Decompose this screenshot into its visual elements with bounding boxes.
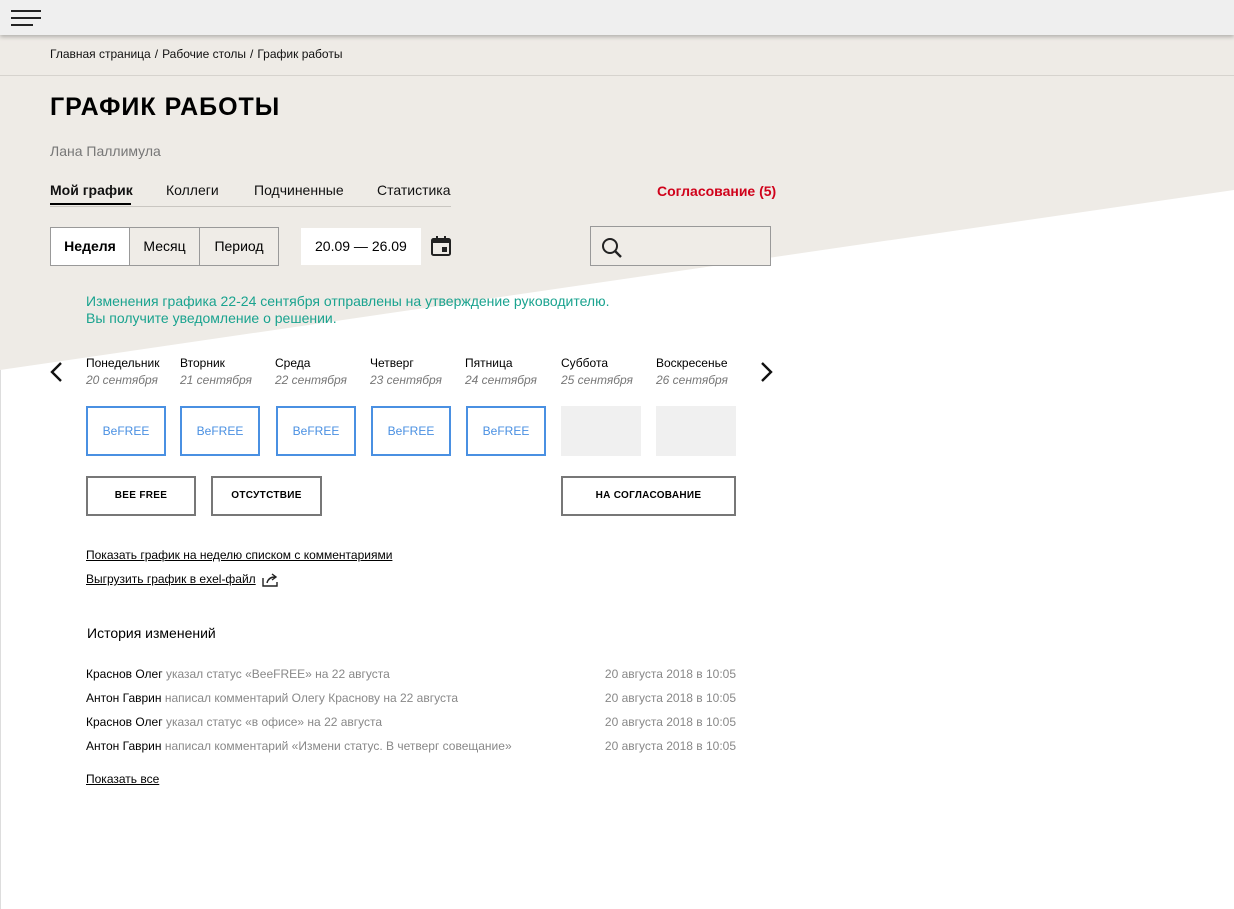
active-tab-indicator: [50, 203, 131, 205]
page-title: ГРАФИК РАБОТЫ: [50, 93, 281, 121]
left-edge-line: [0, 370, 1, 909]
day-header-wednesday: Среда 22 сентября: [275, 356, 347, 387]
history-action: указал статус «BeeFREE» на 22 августа: [165, 667, 390, 681]
tab-subordinates[interactable]: Подчиненные: [254, 182, 344, 198]
day-name: Вторник: [180, 356, 225, 370]
bee-free-button[interactable]: BEE FREE: [86, 476, 196, 516]
history-timestamp: 20 августа 2018 в 10:05: [604, 715, 736, 729]
day-name: Воскресенье: [656, 356, 728, 370]
history-author: Антон Гаврин: [86, 739, 162, 753]
breadcrumb-separator: /: [154, 47, 159, 61]
day-date: 20 сентября: [86, 373, 158, 387]
day-date: 21 сентября: [180, 373, 252, 387]
period-range-button[interactable]: Период: [200, 228, 278, 265]
history-row: Антон Гаврин написал комментарий Олегу К…: [86, 691, 736, 709]
search-icon[interactable]: [601, 237, 623, 259]
breadcrumb-divider: [0, 75, 1234, 76]
notice-message: Изменения графика 22-24 сентября отправл…: [86, 293, 609, 327]
day-name: Суббота: [561, 356, 608, 370]
history-title: История изменений: [87, 625, 216, 641]
tab-statistics[interactable]: Статистика: [377, 182, 451, 198]
day-date: 23 сентября: [370, 373, 442, 387]
history-row: Краснов Олег указал статус «в офисе» на …: [86, 715, 736, 733]
breadcrumb-current: График работы: [257, 47, 343, 61]
day-header-friday: Пятница 24 сентября: [465, 356, 537, 387]
day-name: Пятница: [465, 356, 513, 370]
history-action: указал статус «в офисе» на 22 августа: [165, 715, 383, 729]
history-author: Антон Гаврин: [86, 691, 162, 705]
user-name: Лана Паллимула: [50, 143, 161, 159]
day-cell-tuesday[interactable]: BeFREE: [180, 406, 260, 456]
day-cell-saturday[interactable]: [561, 406, 641, 456]
show-week-list-link[interactable]: Показать график на неделю списком с комм…: [86, 548, 392, 562]
day-cell-monday[interactable]: BeFREE: [86, 406, 166, 456]
day-cell-friday[interactable]: BeFREE: [466, 406, 546, 456]
history-timestamp: 20 августа 2018 в 10:05: [604, 691, 736, 705]
day-header-tuesday: Вторник 21 сентября: [180, 356, 252, 387]
history-author: Краснов Олег: [86, 715, 163, 729]
top-bar: [0, 0, 1234, 35]
share-icon[interactable]: [262, 573, 280, 587]
history-row: Антон Гаврин написал комментарий «Измени…: [86, 739, 736, 757]
day-header-saturday: Суббота 25 сентября: [561, 356, 633, 387]
approval-link[interactable]: Согласование (5): [657, 183, 776, 199]
day-cell-sunday[interactable]: [656, 406, 736, 456]
date-range-field[interactable]: 20.09 — 26.09: [301, 228, 421, 265]
tab-bar: Мой график Коллеги Подчиненные Статистик…: [50, 182, 451, 207]
chevron-left-icon[interactable]: [47, 360, 67, 384]
day-date: 25 сентября: [561, 373, 633, 387]
day-name: Четверг: [370, 356, 414, 370]
notice-line-1: Изменения графика 22-24 сентября отправл…: [86, 293, 610, 309]
history-timestamp: 20 августа 2018 в 10:05: [604, 739, 736, 753]
day-name: Среда: [275, 356, 311, 370]
tab-my-schedule[interactable]: Мой график: [50, 182, 133, 198]
history-row: Краснов Олег указал статус «BeeFREE» на …: [86, 667, 736, 685]
tab-colleagues[interactable]: Коллеги: [166, 182, 219, 198]
history-action: написал комментарий Олегу Краснову на 22…: [164, 691, 458, 705]
export-excel-link[interactable]: Выгрузить график в exel-файл: [86, 572, 256, 586]
breadcrumb: Главная страница / Рабочие столы / График ра…: [50, 47, 342, 61]
submit-approval-button[interactable]: НА СОГЛАСОВАНИЕ: [561, 476, 736, 516]
day-date: 24 сентября: [465, 373, 537, 387]
search-input[interactable]: [631, 233, 765, 259]
day-date: 26 сентября: [656, 373, 728, 387]
absence-button[interactable]: ОТСУТСТВИЕ: [211, 476, 322, 516]
show-all-link[interactable]: Показать все: [86, 772, 159, 786]
day-header-sunday: Воскресенье 26 сентября: [656, 356, 728, 387]
day-name: Понедельник: [86, 356, 160, 370]
day-cell-thursday[interactable]: BeFREE: [371, 406, 451, 456]
period-month-button[interactable]: Месяц: [130, 228, 200, 265]
history-timestamp: 20 августа 2018 в 10:05: [604, 667, 736, 681]
day-header-monday: Понедельник 20 сентября: [86, 356, 159, 387]
history-action: написал комментарий «Измени статус. В че…: [164, 739, 512, 753]
breadcrumb-separator: /: [250, 47, 254, 61]
breadcrumb-home[interactable]: Главная страница: [50, 47, 151, 61]
period-selector: Неделя Месяц Период: [50, 227, 279, 266]
calendar-icon[interactable]: [430, 235, 452, 257]
chevron-right-icon[interactable]: [756, 360, 776, 384]
search-box: [590, 226, 771, 266]
period-week-button[interactable]: Неделя: [51, 228, 130, 265]
day-cell-wednesday[interactable]: BeFREE: [276, 406, 356, 456]
history-author: Краснов Олег: [86, 667, 163, 681]
notice-line-2: Вы получите уведомление о решении.: [86, 310, 337, 326]
hamburger-icon[interactable]: [11, 9, 41, 27]
day-header-thursday: Четверг 23 сентября: [370, 356, 442, 387]
day-date: 22 сентября: [275, 373, 347, 387]
breadcrumb-desktops[interactable]: Рабочие столы: [162, 47, 246, 61]
